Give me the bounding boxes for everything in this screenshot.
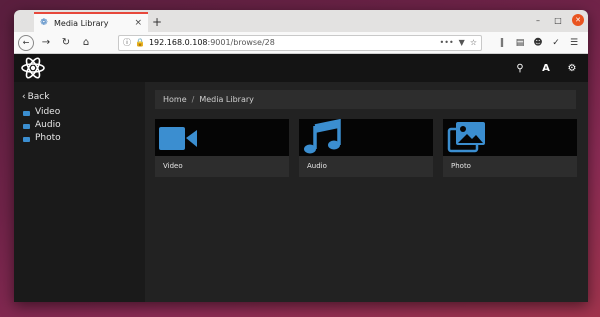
menu-icon[interactable]: ☰ <box>568 38 580 48</box>
maximize-icon[interactable]: □ <box>552 14 564 26</box>
music-icon <box>304 119 341 154</box>
folder-icon <box>23 123 30 129</box>
folder-icon <box>23 110 30 116</box>
back-label: Back <box>27 92 50 102</box>
home-icon[interactable]: ⌂ <box>78 35 94 51</box>
browser-tab-media-library[interactable]: ❁ Media Library × <box>34 12 148 32</box>
sidebar-toggle-icon[interactable]: ▤ <box>514 38 526 48</box>
bookmark-star-icon[interactable]: ☆ <box>470 38 477 47</box>
info-icon[interactable]: ⓘ <box>123 37 131 48</box>
url-bar[interactable]: ⓘ 🔒 192.168.0.108:9001/browse/28 ••• ▼ ☆ <box>118 34 482 51</box>
app-logo-icon[interactable] <box>20 56 46 80</box>
sidebar-item-label: Video <box>35 107 61 117</box>
app-header: ⚲ A ⚙ <box>14 54 588 82</box>
pocket-icon[interactable]: ▼ <box>459 38 465 47</box>
sidebar-item-audio[interactable]: Audio <box>22 120 137 130</box>
card-thumbnail <box>443 119 577 156</box>
url-host: 192.168.0.108 <box>148 38 208 47</box>
url-path: :9001/browse/28 <box>207 38 275 47</box>
photos-icon <box>447 122 485 153</box>
sidebar-item-label: Photo <box>35 133 61 143</box>
insecure-lock-icon[interactable]: 🔒 <box>135 38 145 47</box>
card-label: Video <box>163 162 183 170</box>
reload-icon[interactable]: ↻ <box>58 35 74 51</box>
tab-close-icon[interactable]: × <box>134 18 142 28</box>
tab-strip: ❁ Media Library × + – □ ✕ <box>14 10 588 32</box>
close-window-icon[interactable]: ✕ <box>572 14 584 26</box>
sidebar-item-video[interactable]: Video <box>22 107 137 117</box>
browser-window: ❁ Media Library × + – □ ✕ ← → ↻ ⌂ ⓘ 🔒 19… <box>14 10 588 302</box>
page-actions-icon[interactable]: ••• <box>440 38 454 47</box>
favicon-icon: ❁ <box>40 17 48 28</box>
sidebar: ‹ Back Video Audio Photo <box>14 82 145 302</box>
forward-arrow-icon[interactable]: → <box>38 35 54 51</box>
settings-gear-icon[interactable]: ⚙ <box>566 63 578 74</box>
extension-icon[interactable]: ✓ <box>550 38 562 48</box>
sidebar-item-photo[interactable]: Photo <box>22 133 137 143</box>
header-actions: ⚲ A ⚙ <box>514 63 578 74</box>
media-card-photo[interactable]: Photo <box>443 119 577 177</box>
window-controls: – □ ✕ <box>532 14 584 26</box>
navigation-bar: ← → ↻ ⌂ ⓘ 🔒 192.168.0.108:9001/browse/28… <box>14 32 588 54</box>
new-tab-button[interactable]: + <box>148 12 166 32</box>
breadcrumb-current: Media Library <box>199 95 254 104</box>
breadcrumb-separator: / <box>191 95 195 104</box>
minimize-icon[interactable]: – <box>532 14 544 26</box>
media-app: ⚲ A ⚙ ‹ Back Video Audio Photo Home / Me… <box>14 54 588 302</box>
card-thumbnail <box>155 119 289 156</box>
media-card-video[interactable]: Video <box>155 119 289 177</box>
breadcrumb-home-link[interactable]: Home <box>163 95 187 104</box>
sidebar-item-label: Audio <box>35 120 61 130</box>
back-arrow-icon[interactable]: ← <box>18 34 34 51</box>
font-size-icon[interactable]: A <box>540 63 552 74</box>
card-thumbnail <box>299 119 433 156</box>
account-icon[interactable]: ☻ <box>532 38 544 48</box>
card-label: Photo <box>451 162 471 170</box>
video-icon <box>159 127 197 150</box>
library-icon[interactable]: ‖ <box>496 38 508 48</box>
main-content: Home / Media Library Video Audio Photo <box>145 82 588 302</box>
tab-title: Media Library <box>54 18 109 28</box>
media-card-grid: Video Audio Photo <box>155 119 577 177</box>
toolbar-icons: ‖ ▤ ☻ ✓ ☰ <box>496 38 580 48</box>
folder-icon <box>23 136 30 142</box>
card-label: Audio <box>307 162 327 170</box>
chevron-left-icon: ‹ <box>22 92 26 102</box>
media-card-audio[interactable]: Audio <box>299 119 433 177</box>
sidebar-back-link[interactable]: ‹ Back <box>22 92 137 102</box>
search-icon[interactable]: ⚲ <box>514 63 526 74</box>
breadcrumb: Home / Media Library <box>155 90 576 109</box>
